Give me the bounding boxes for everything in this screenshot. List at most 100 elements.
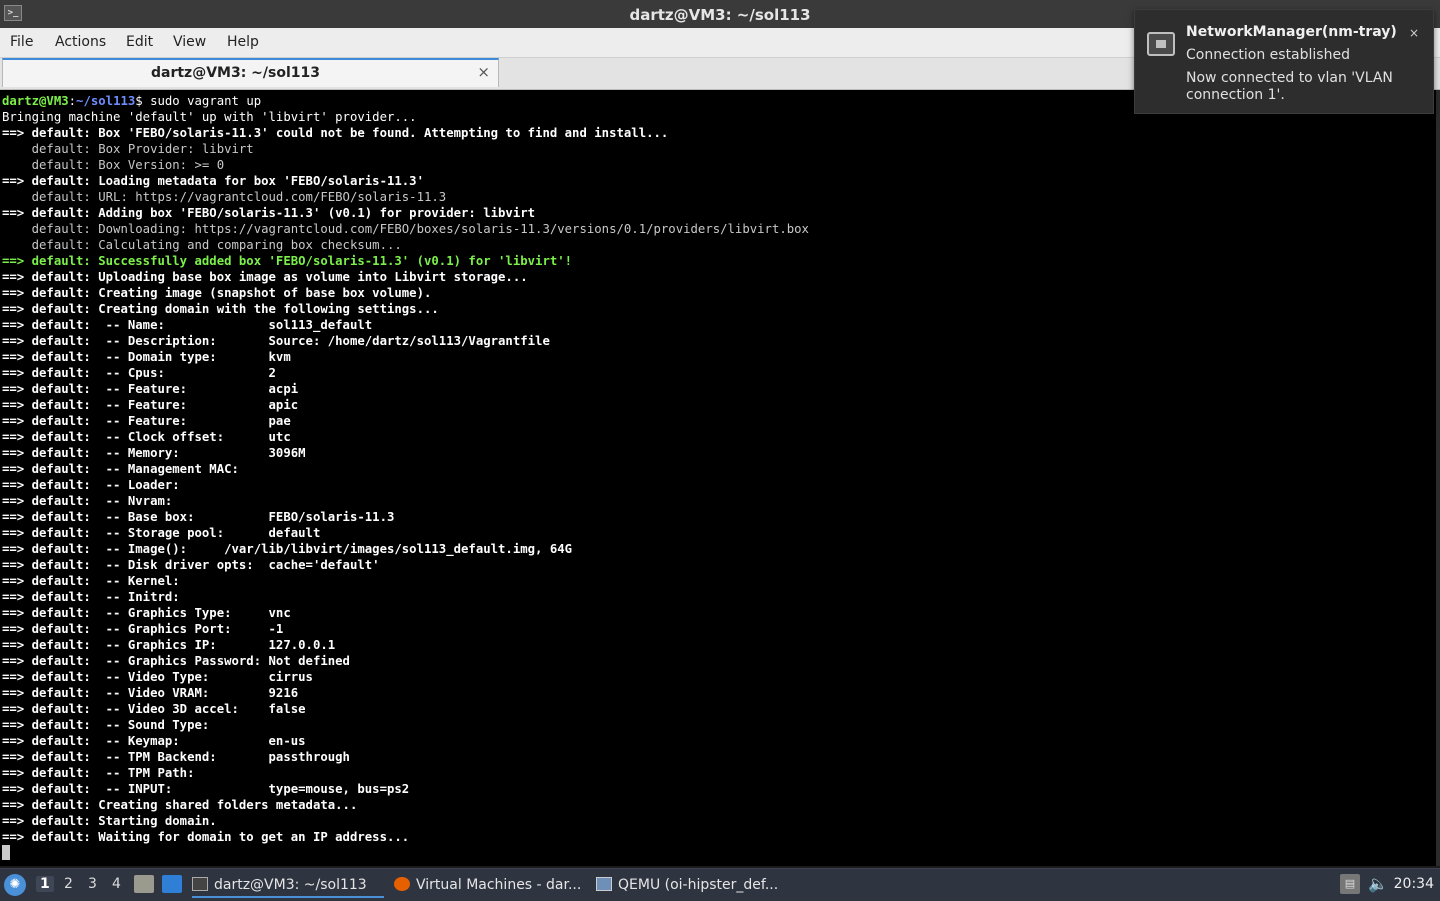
terminal-line: default: Box Provider: libvirt: [2, 141, 809, 157]
terminal-line-text: Bringing machine 'default' up with 'libv…: [2, 110, 417, 124]
terminal-line: ==> default: -- Initrd:: [2, 589, 809, 605]
terminal-line: default: Box Version: >= 0: [2, 157, 809, 173]
terminal-line-text: ==> default: -- Video VRAM: 9216: [2, 686, 299, 700]
prompt-command: sudo vagrant up: [150, 94, 262, 108]
menu-view[interactable]: View: [173, 34, 206, 50]
terminal-line: ==> default: -- TPM Path:: [2, 765, 809, 781]
terminal-line-text: ==> default: -- Description: Source: /ho…: [2, 334, 550, 348]
terminal-line: ==> default: -- Graphics Port: -1: [2, 621, 809, 637]
terminal-line: ==> default: -- Management MAC:: [2, 461, 809, 477]
terminal-line-text: ==> default: -- Keymap: en-us: [2, 734, 306, 748]
volume-icon[interactable]: 🔈: [1368, 874, 1388, 893]
menu-actions[interactable]: Actions: [55, 34, 106, 50]
terminal-line-text: ==> default: -- Sound Type:: [2, 718, 210, 732]
terminal-line: default: URL: https://vagrantcloud.com/F…: [2, 189, 809, 205]
terminal-line: ==> default: -- Loader:: [2, 477, 809, 493]
terminal-line-text: ==> default: Creating shared folders met…: [2, 798, 358, 812]
notification-body: Now connected to vlan 'VLAN connection 1…: [1186, 70, 1393, 103]
terminal-line-text: ==> default: Adding box 'FEBO/solaris-11…: [2, 206, 536, 220]
close-icon[interactable]: ×: [477, 63, 490, 81]
workspace-3[interactable]: 3: [88, 876, 97, 892]
task-label: QEMU (oi-hipster_def...: [618, 877, 779, 893]
terminal-line: ==> default: Creating image (snapshot of…: [2, 285, 809, 301]
terminal-line: ==> default: Loading metadata for box 'F…: [2, 173, 809, 189]
terminal-line-text: default: URL: https://vagrantcloud.com/F…: [2, 190, 447, 204]
task-qemu[interactable]: QEMU (oi-hipster_def...: [596, 872, 796, 898]
prompt-path: ~/sol113: [76, 94, 136, 108]
menu-edit[interactable]: Edit: [126, 34, 153, 50]
terminal-line: default: Calculating and comparing box c…: [2, 237, 809, 253]
terminal-line: ==> default: Waiting for domain to get a…: [2, 829, 809, 845]
clock[interactable]: 20:34: [1394, 876, 1434, 892]
terminal-line: default: Downloading: https://vagrantclo…: [2, 221, 809, 237]
show-desktop-icon[interactable]: [162, 875, 182, 893]
terminal-line-text: ==> default: -- INPUT: type=mouse, bus=p…: [2, 782, 410, 796]
tab-terminal[interactable]: dartz@VM3: ~/sol113 ×: [2, 58, 499, 87]
terminal-line: ==> default: -- Cpus: 2: [2, 365, 809, 381]
terminal-line-text: ==> default: Uploading base box image as…: [2, 270, 528, 284]
terminal-line-text: ==> default: Starting domain.: [2, 814, 217, 828]
terminal-line: ==> default: -- Video VRAM: 9216: [2, 685, 809, 701]
terminal-line: ==> default: -- Domain type: kvm: [2, 349, 809, 365]
terminal-line-text: ==> default: -- Loader:: [2, 478, 180, 492]
workspace-1[interactable]: 1: [36, 876, 54, 892]
terminal-line: ==> default: -- Clock offset: utc: [2, 429, 809, 445]
terminal-output[interactable]: dartz@VM3:~/sol113$ sudo vagrant up Brin…: [0, 90, 1440, 866]
file-manager-icon[interactable]: [134, 875, 154, 893]
terminal-line: ==> default: -- Feature: acpi: [2, 381, 809, 397]
terminal-line: ==> default: -- Sound Type:: [2, 717, 809, 733]
terminal-line-text: ==> default: Creating image (snapshot of…: [2, 286, 432, 300]
notification-title: NetworkManager(nm-tray): [1186, 24, 1397, 40]
terminal-line-text: ==> default: -- Feature: pae: [2, 414, 291, 428]
terminal-line-text: ==> default: -- TPM Path:: [2, 766, 195, 780]
task-label: dartz@VM3: ~/sol113: [214, 877, 367, 893]
terminal-line-text: ==> default: -- Graphics IP: 127.0.0.1: [2, 638, 336, 652]
terminal-line: ==> default: -- Feature: apic: [2, 397, 809, 413]
terminal-line: ==> default: -- Kernel:: [2, 573, 809, 589]
terminal-line: ==> default: -- Graphics Password: Not d…: [2, 653, 809, 669]
terminal-line: ==> default: -- Image(): /var/lib/libvir…: [2, 541, 809, 557]
close-icon[interactable]: ×: [1409, 26, 1419, 40]
workspace-2[interactable]: 2: [64, 876, 73, 892]
firefox-icon: [394, 877, 410, 891]
terminal-line-text: ==> default: -- Initrd:: [2, 590, 180, 604]
terminal-line-text: ==> default: -- Feature: acpi: [2, 382, 299, 396]
taskbar: ✺ 1 2 3 4 dartz@VM3: ~/sol113 Virtual Ma…: [0, 868, 1440, 901]
terminal-line: ==> default: Successfully added box 'FEB…: [2, 253, 809, 269]
terminal-line-text: ==> default: -- TPM Backend: passthrough: [2, 750, 350, 764]
terminal-line: ==> default: Creating shared folders met…: [2, 797, 809, 813]
terminal-icon: [192, 877, 208, 891]
terminal-line: ==> default: -- Description: Source: /ho…: [2, 333, 809, 349]
terminal-line-text: ==> default: -- Video Type: cirrus: [2, 670, 313, 684]
terminal-line-text: ==> default: -- Kernel:: [2, 574, 180, 588]
terminal-line-text: ==> default: -- Nvram:: [2, 494, 173, 508]
terminal-line: ==> default: -- Feature: pae: [2, 413, 809, 429]
tab-label: dartz@VM3: ~/sol113: [150, 65, 320, 81]
terminal-line-text: ==> default: -- Image(): /var/lib/libvir…: [2, 542, 573, 556]
menu-file[interactable]: File: [10, 34, 33, 50]
terminal-line-text: default: Downloading: https://vagrantclo…: [2, 222, 809, 236]
start-menu-icon[interactable]: ✺: [4, 874, 26, 896]
terminal-line-text: ==> default: -- Memory: 3096M: [2, 446, 306, 460]
network-tray-icon[interactable]: ▤: [1340, 874, 1360, 894]
task-browser[interactable]: Virtual Machines - dar...: [394, 872, 586, 898]
terminal-line-text: ==> default: Successfully added box 'FEB…: [2, 254, 573, 268]
terminal-line-text: ==> default: Waiting for domain to get a…: [2, 830, 410, 844]
terminal-line: ==> default: Box 'FEBO/solaris-11.3' cou…: [2, 125, 809, 141]
terminal-line-text: ==> default: -- Domain type: kvm: [2, 350, 291, 364]
terminal-line: ==> default: Adding box 'FEBO/solaris-11…: [2, 205, 809, 221]
menu-help[interactable]: Help: [227, 34, 259, 50]
terminal-line-text: ==> default: -- Storage pool: default: [2, 526, 321, 540]
terminal-line-text: default: Box Version: >= 0: [2, 158, 225, 172]
terminal-line: ==> default: -- Name: sol113_default: [2, 317, 809, 333]
terminal-cursor: [2, 845, 10, 860]
terminal-line-text: ==> default: Box 'FEBO/solaris-11.3' cou…: [2, 126, 669, 140]
terminal-line-text: ==> default: -- Management MAC:: [2, 462, 239, 476]
notification-popup[interactable]: NetworkManager(nm-tray) Connection estab…: [1134, 9, 1434, 114]
task-terminal[interactable]: dartz@VM3: ~/sol113: [192, 872, 384, 898]
network-icon: [1147, 32, 1175, 56]
terminal-line: Bringing machine 'default' up with 'libv…: [2, 109, 809, 125]
terminal-line: ==> default: -- Storage pool: default: [2, 525, 809, 541]
workspace-4[interactable]: 4: [112, 876, 121, 892]
monitor-icon: [596, 877, 612, 891]
